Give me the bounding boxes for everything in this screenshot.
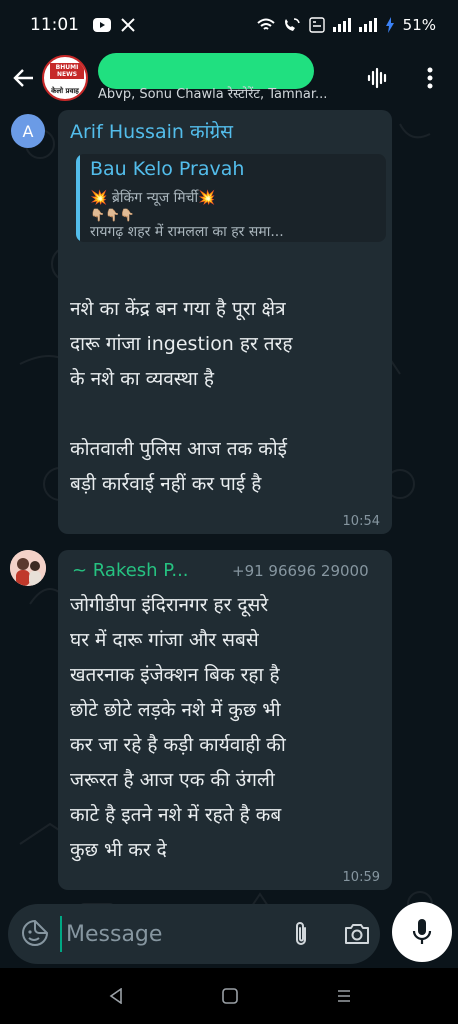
sticker-icon <box>22 919 49 946</box>
chat-title-area[interactable]: Abvp, Sonu Chawla रेस्टोरेंट, Tamnar... <box>98 53 356 103</box>
paperclip-icon <box>296 922 306 945</box>
nav-home-button[interactable] <box>220 986 240 1006</box>
more-options-button[interactable] <box>416 62 444 94</box>
youtube-icon <box>93 18 111 32</box>
message-bubble[interactable]: Arif Hussain कांग्रेस Bau Kelo Pravah 💥 … <box>58 110 392 534</box>
microphone-icon <box>412 919 432 944</box>
nav-recents-icon <box>338 990 350 1002</box>
quoted-message[interactable]: Bau Kelo Pravah 💥 ब्रेकिंग न्यूज मिर्ची💥… <box>76 154 386 242</box>
nav-recents-button[interactable] <box>332 984 356 1008</box>
status-bar: 11:01 51% <box>0 0 458 50</box>
wifi-calling-icon <box>284 18 300 31</box>
group-members-subtitle: Abvp, Sonu Chawla रेस्टोरेंट, Tamnar... <box>98 87 328 102</box>
profile-photo-icon <box>10 550 46 586</box>
quoted-text-line: 💥 ब्रेकिंग न्यूज मिर्ची💥 <box>90 190 216 206</box>
status-time: 11:01 <box>30 15 79 35</box>
sender-name[interactable]: Arif Hussain कांग्रेस <box>70 118 233 144</box>
sender-avatar[interactable]: A <box>11 114 45 148</box>
more-vert-icon <box>427 67 433 89</box>
attach-button[interactable] <box>288 918 314 950</box>
sticker-button[interactable] <box>20 918 50 948</box>
volte-icon <box>308 17 325 33</box>
voice-chat-button[interactable] <box>362 62 394 94</box>
camera-button[interactable] <box>342 920 372 948</box>
signal-icon <box>332 18 351 32</box>
sender-name[interactable]: ~ Rakesh P... <box>72 560 189 581</box>
system-nav-bar <box>0 968 458 1024</box>
charging-icon <box>385 17 394 33</box>
group-avatar-caption: केलो प्रवाह <box>51 87 79 95</box>
back-button[interactable] <box>8 58 40 98</box>
x-icon <box>121 18 135 32</box>
nav-back-icon <box>109 988 122 1004</box>
message-time: 10:59 <box>342 870 380 885</box>
wifi-icon <box>256 18 275 30</box>
message-bubble[interactable]: ~ Rakesh P... +91 96696 29000 जोगीडीपा इ… <box>58 550 392 890</box>
quoted-text-line: रायगढ़ शहर में रामलला का हर समा... <box>90 224 284 240</box>
back-arrow-icon <box>13 69 33 87</box>
quote-bar <box>76 154 80 242</box>
camera-icon <box>345 924 369 944</box>
voice-record-button[interactable] <box>392 902 452 962</box>
nav-back-button[interactable] <box>104 984 128 1008</box>
message-composer <box>8 904 380 964</box>
message-input[interactable] <box>60 916 280 952</box>
message-text: जोगीडीपा इंदिरानगर हर दूसरे घर में दारू … <box>70 594 286 861</box>
signal-icon <box>358 18 377 32</box>
chat-header: BHUMI NEWS केलो प्रवाह Abvp, Sonu Chawla… <box>0 50 458 106</box>
nav-home-icon <box>222 988 238 1004</box>
quoted-sender-name: Bau Kelo Pravah <box>90 158 245 180</box>
sender-avatar[interactable] <box>10 550 46 586</box>
battery-percent: 51% <box>402 16 436 34</box>
sender-phone[interactable]: +91 96696 29000 <box>232 562 369 580</box>
message-time: 10:54 <box>342 514 380 529</box>
message-text: नशे का केंद्र बन गया है पूरा क्षेत्र दार… <box>70 298 293 495</box>
voice-chat-icon <box>367 67 387 89</box>
quoted-emoji-line: 👇🏼👇🏼👇🏼 <box>90 208 135 222</box>
group-avatar[interactable]: BHUMI NEWS केलो प्रवाह <box>42 55 88 101</box>
group-avatar-logo-text: BHUMI NEWS <box>50 63 84 79</box>
whatsapp-group-chat-screen: 11:01 51% BHUMI NEWS केलो प्रवाह Abvp, S… <box>0 0 458 1024</box>
